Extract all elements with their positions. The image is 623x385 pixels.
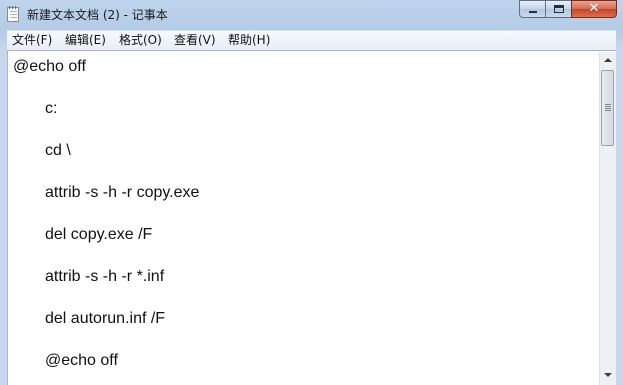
menu-edit[interactable]: 编辑(E) — [63, 32, 108, 49]
text-line: @echo off — [45, 352, 118, 369]
text-editor-area[interactable]: @echo off c: cd \ attrib -s -h -r copy.e… — [7, 50, 616, 385]
text-line: @echo off — [13, 58, 86, 75]
text-line: del copy.exe /F — [45, 226, 153, 243]
caption-buttons: ✕ — [519, 0, 617, 19]
window-title: 新建文本文档 (2) - 记事本 — [27, 8, 168, 22]
text-line: attrib -s -h -r *.inf — [45, 268, 165, 285]
minimize-icon — [529, 11, 537, 13]
text-line: cd \ — [45, 142, 71, 159]
text-line: attrib -s -h -r copy.exe — [45, 184, 200, 201]
scroll-down-arrow-icon[interactable] — [604, 373, 612, 377]
scrollbar-thumb[interactable] — [601, 70, 614, 146]
menu-view[interactable]: 查看(V) — [172, 32, 218, 49]
menu-format[interactable]: 格式(O) — [117, 32, 164, 49]
menu-help[interactable]: 帮助(H) — [226, 32, 272, 49]
maximize-icon — [554, 5, 564, 13]
close-icon: ✕ — [588, 1, 600, 16]
menu-bar: 文件(F) 编辑(E) 格式(O) 查看(V) 帮助(H) — [7, 30, 616, 50]
title-bar[interactable]: 新建文本文档 (2) - 记事本 ✕ — [0, 0, 623, 30]
notepad-icon-lines — [10, 11, 17, 20]
minimize-button[interactable] — [519, 0, 546, 18]
text-line: del autorun.inf /F — [45, 310, 166, 327]
notepad-window: 新建文本文档 (2) - 记事本 ✕ 文件(F) 编辑(E) 格式(O) 查看(… — [0, 0, 623, 385]
vertical-scrollbar[interactable] — [599, 52, 616, 385]
text-line: c: — [45, 100, 58, 117]
scroll-up-arrow-icon[interactable] — [604, 58, 612, 62]
maximize-button[interactable] — [545, 0, 572, 18]
menu-file[interactable]: 文件(F) — [10, 32, 54, 49]
notepad-icon-rings — [9, 6, 18, 9]
notepad-icon[interactable] — [7, 6, 19, 22]
close-button[interactable]: ✕ — [571, 0, 617, 18]
grip-icon — [605, 104, 611, 111]
